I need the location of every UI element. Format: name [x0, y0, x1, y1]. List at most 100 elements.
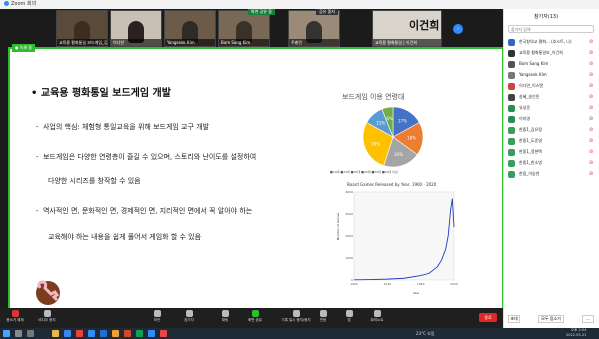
pie-legend: ■10대 ■20대 ■30대 ■40대 ■50대 ■60대 이상 [330, 170, 398, 174]
avatar [508, 105, 515, 112]
search-icon[interactable] [15, 330, 22, 337]
mic-muted-icon[interactable]: ⊘ [589, 39, 594, 45]
zoom-icon[interactable] [88, 330, 95, 337]
participant-item[interactable]: 한중1_한소영 ⊘ [508, 158, 596, 168]
participants-button[interactable]: 참가자 [176, 310, 202, 323]
participant-item[interactable]: Yangseok Kim ⊘ [508, 70, 596, 80]
thumbnail-name: 이다연 [111, 39, 161, 46]
participant-name: 송혜_송인민 [519, 94, 540, 99]
participant-item[interactable]: 교육용 평화통일보_이건희 ⊘ [508, 48, 596, 58]
excel-icon[interactable] [136, 330, 143, 337]
next-page-icon[interactable]: › [453, 24, 463, 34]
shield-icon [153, 310, 161, 317]
stop-video-button[interactable]: 비디오 중지 [34, 310, 60, 323]
plot-area [353, 191, 455, 281]
line-chart-title: Board Games Released by Year, 1900 - 202… [347, 182, 437, 187]
notes-button[interactable]: 회의노트 [364, 310, 390, 323]
end-meeting-button[interactable]: 종료 [479, 313, 497, 322]
unmute-button[interactable]: 음소거 해제 [2, 310, 28, 323]
video-icon [43, 310, 51, 317]
x-tick-label: 2020 [450, 282, 458, 286]
share-banner: 화면 공유 중 [248, 9, 275, 15]
mic-muted-icon[interactable]: ⊘ [589, 138, 594, 144]
mute-all-button[interactable]: 모두 음소거 [538, 315, 564, 323]
participant-name: 한림_이승연 [519, 171, 540, 176]
note-icon [373, 310, 381, 317]
app-icon[interactable] [160, 330, 167, 337]
clock-date: 2022-05-21 [566, 333, 587, 337]
mic-muted-icon[interactable]: ⊘ [589, 61, 594, 67]
participant-item[interactable]: 한림_이승연 ⊘ [508, 169, 596, 179]
video-thumbnail[interactable]: 이건희 교육용 평화통일 | 이건희 [372, 10, 442, 47]
participant-item[interactable]: 유성준 ⊘ [508, 103, 596, 113]
apps-button[interactable]: 앱 [336, 310, 362, 323]
chrome-icon[interactable] [64, 330, 71, 337]
participant-item[interactable]: 한중1_김유정 ⊘ [508, 125, 596, 135]
toolbar-label: 앱 [347, 318, 351, 322]
start-icon[interactable] [3, 330, 10, 337]
share-screen-button[interactable]: 화면 공유 [242, 310, 268, 323]
pie-slice-label: 6% [386, 116, 393, 121]
panel-title: 참가자(13) [534, 14, 559, 20]
security-button[interactable]: 보안 [144, 310, 170, 323]
video-thumbnail[interactable]: Bom Sang Kim [218, 10, 270, 47]
more-button[interactable]: ... [582, 315, 594, 323]
participant-name: 교육용 평화통일보_이건희 [519, 50, 563, 55]
mic-muted-icon[interactable]: ⊘ [589, 149, 594, 155]
presentation-slide: • 교육용 평화통일 보드게임 개발 - 사업의 핵심: 체험형 통일교육을 위… [10, 62, 502, 312]
slide-title-text: 교육용 평화통일 보드게임 개발 [40, 88, 171, 99]
avatar [508, 83, 515, 90]
mic-muted-icon[interactable]: ⊘ [589, 171, 594, 177]
toolbar-label: 음소거 해제 [6, 318, 24, 322]
participant-item[interactable]: 한중1_정현택 ⊘ [508, 147, 596, 157]
mic-muted-icon[interactable]: ⊘ [589, 105, 594, 111]
bullet-text: 보드게임은 다양한 연령층이 즐길 수 있으며, 스토리와 난이도를 설정하여 [42, 153, 257, 161]
explorer-icon[interactable] [52, 330, 59, 337]
participant-item[interactable]: 이지영 ⊘ [508, 114, 596, 124]
mic-muted-icon[interactable]: ⊘ [589, 127, 594, 133]
mic-muted-icon[interactable]: ⊘ [589, 116, 594, 122]
chat-button[interactable]: 채팅 [212, 310, 238, 323]
participant-name: 유성준 [519, 105, 531, 110]
window-title: Zoom 회의 [11, 1, 37, 7]
participant-name: 한국창의교 평화... (호스트, 나) [519, 39, 572, 44]
avatar [508, 94, 515, 101]
bullet-2-cont: 다양한 시리즈를 창작할 수 있음 [48, 177, 141, 185]
mic-muted-icon[interactable]: ⊘ [589, 72, 594, 78]
mic-muted-icon[interactable]: ⊘ [589, 83, 594, 89]
bullet-3: - 역사적인 면, 문화적인 면, 경제적인 면, 지리적인 면에서 꼭 알아야… [36, 207, 253, 215]
avatar [508, 138, 515, 145]
powerpoint-icon[interactable] [124, 330, 131, 337]
stop-share-button[interactable]: 공유 중지 [316, 9, 338, 15]
participant-item[interactable]: 한중1_도준영 ⊘ [508, 136, 596, 146]
share-icon [251, 310, 259, 317]
mic-muted-icon[interactable]: ⊘ [589, 160, 594, 166]
participant-item[interactable]: Bom Sang Kim ⊘ [508, 59, 596, 69]
avatar [508, 61, 515, 68]
hwp-icon[interactable] [112, 330, 119, 337]
app-icon[interactable] [76, 330, 83, 337]
toolbar-label: 회의노트 [370, 318, 384, 322]
task-view-icon[interactable] [27, 330, 34, 337]
participant-item[interactable]: 송혜_송인민 ⊘ [508, 92, 596, 102]
avatar [508, 39, 515, 46]
participant-name: Bom Sang Kim [519, 61, 549, 66]
windows-taskbar: 23°C 흐림 오후 2:04 2022-05-21 [0, 328, 599, 339]
video-thumbnail[interactable]: Yangseok Kim [164, 10, 216, 47]
meeting-toolbar: 음소거 해제 비디오 중지 보안 참가자 채팅 화면 공유 기록 일시 중지/중… [0, 308, 503, 328]
video-thumbnail[interactable]: 교육용 평화통일 보드게임_김영민 [56, 10, 108, 47]
zoom-icon[interactable] [148, 330, 155, 337]
avatar [508, 116, 515, 123]
participant-search-input[interactable] [508, 25, 594, 33]
mic-muted-icon[interactable]: ⊘ [589, 94, 594, 100]
participant-item[interactable]: 한국창의교 평화... (호스트, 나) ⊘ [508, 37, 596, 47]
pie-chart-title: 보드게임 이용 연령대 [342, 93, 405, 101]
invite-button[interactable]: 초대 [508, 315, 520, 323]
mic-muted-icon[interactable]: ⊘ [589, 50, 594, 56]
toolbar-label: 반응 [319, 318, 327, 322]
video-thumbnail[interactable]: 주충민 [288, 10, 340, 47]
participant-item[interactable]: 이다연_이스탠 ⊘ [508, 81, 596, 91]
word-icon[interactable] [100, 330, 107, 337]
reactions-button[interactable]: 반응 [310, 310, 336, 323]
video-thumbnail[interactable]: 이다연 [110, 10, 162, 47]
